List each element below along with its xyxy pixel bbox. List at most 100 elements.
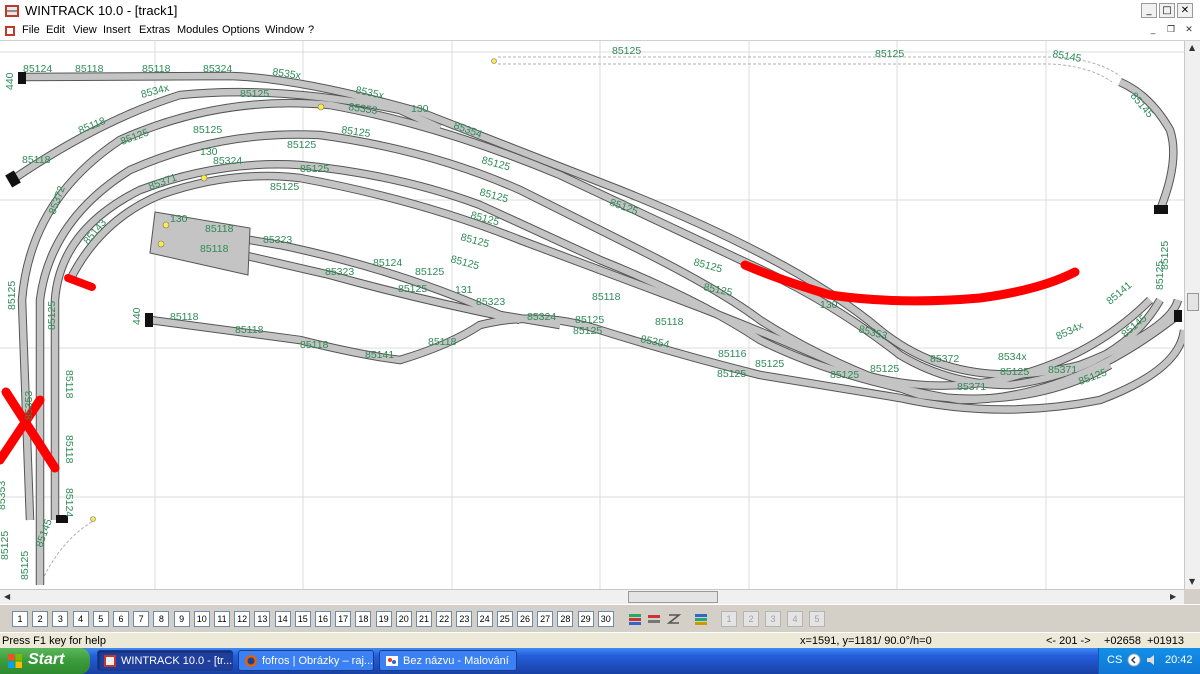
layer-button-13[interactable]: 13 [254,611,271,627]
layer-button-16[interactable]: 16 [315,611,331,627]
layer-button-22[interactable]: 22 [436,611,453,627]
layers-stack-icon[interactable] [627,611,643,627]
menu-file[interactable]: File [22,24,40,36]
layer-button-18[interactable]: 18 [355,611,372,627]
layer-button-19[interactable]: 19 [375,611,392,627]
start-button[interactable]: Start [0,648,90,674]
scroll-left-icon[interactable]: ◀ [4,592,10,601]
track-label: 85118 [75,63,104,75]
horizontal-scrollbar[interactable]: ◀ ▶ [0,589,1184,604]
track-label: 85141 [1104,279,1134,307]
task-firefox[interactable]: fofros | Obrázky – raj... [238,650,374,671]
layer-button-15[interactable]: 15 [294,611,311,627]
menu-edit[interactable]: Edit [46,24,65,36]
menu-extras[interactable]: Extras [139,24,170,36]
track-layout-drawing[interactable]: 85124 85118 85118 85324 8535x 85125 8514… [0,41,1184,589]
scroll-up-icon[interactable]: ▲ [1189,43,1195,52]
module-layer-button-5[interactable]: 5 [809,611,825,627]
track-label: 440 [131,307,143,325]
document-icon[interactable] [4,25,16,37]
layer-button-2[interactable]: 2 [32,611,49,627]
layers-color-icon[interactable] [693,611,709,627]
track-canvas[interactable]: 85124 85118 85118 85324 8535x 85125 8514… [0,41,1184,589]
firefox-icon [245,655,257,667]
track-label: 85323 [476,296,505,308]
vertical-scrollbar[interactable]: ▲ ▼ [1184,41,1200,589]
track-label: 85372 [930,353,959,365]
track-label: 85118 [63,370,75,399]
layer-button-23[interactable]: 23 [456,611,473,627]
layer-button-20[interactable]: 20 [395,611,412,627]
track-label: 85353 [23,391,35,420]
child-close-button[interactable]: ✕ [1182,24,1196,37]
language-indicator[interactable]: CS [1107,654,1122,666]
layer-button-8[interactable]: 8 [153,611,170,627]
layer-button-14[interactable]: 14 [274,611,291,627]
task-label: WINTRACK 10.0 - [tr... [121,655,233,667]
child-restore-button[interactable]: ❐ [1164,24,1178,37]
paint-icon [386,656,398,666]
menu-view[interactable]: View [73,24,97,36]
horizontal-scroll-thumb[interactable] [628,591,718,603]
layer-button-27[interactable]: 27 [537,611,554,627]
menu-help[interactable]: ? [308,24,314,36]
layer-button-11[interactable]: 11 [214,611,230,627]
maximize-button[interactable]: □ [1159,3,1175,18]
layer-button-30[interactable]: 30 [597,611,614,627]
layer-button-5[interactable]: 5 [92,611,109,627]
volume-icon[interactable] [1145,653,1159,667]
track-label: 85118 [200,243,229,255]
module-layer-button-4[interactable]: 4 [787,611,803,627]
layer-button-12[interactable]: 12 [234,611,251,627]
track-label: 85118 [63,435,75,464]
status-pos-y: +01913 [1147,635,1185,647]
track-label: 85125 [459,231,490,250]
layer-button-17[interactable]: 17 [335,611,352,627]
scroll-right-icon[interactable]: ▶ [1170,592,1176,601]
track-label: 85125 [0,531,11,560]
layers-edit-icon[interactable] [646,611,662,627]
minimize-button[interactable]: _ [1141,3,1157,18]
module-layer-button-2[interactable]: 2 [743,611,759,627]
child-minimize-button[interactable]: _ [1146,24,1160,37]
track-label: 85125 [415,266,444,278]
layer-button-29[interactable]: 29 [577,611,594,627]
track-label: 85118 [205,223,234,235]
menu-insert[interactable]: Insert [103,24,131,36]
menu-options[interactable]: Options [222,24,260,36]
layer-button-21[interactable]: 21 [416,611,432,627]
layer-button-7[interactable]: 7 [133,611,150,627]
task-paint[interactable]: Bez názvu - Malování [379,650,517,671]
back-arrow-icon[interactable] [1127,653,1141,667]
layer-toolbar: 1 2 3 4 5 6 7 8 9 10 11 12 13 14 15 16 17 18 19 20 21 22 23 24 2… [0,604,1200,633]
layer-button-28[interactable]: 28 [557,611,574,627]
scroll-down-icon[interactable]: ▼ [1189,577,1195,586]
layer-button-3[interactable]: 3 [52,611,69,627]
vertical-scroll-thumb[interactable] [1187,293,1199,311]
menu-modules[interactable]: Modules [177,24,219,36]
layer-button-10[interactable]: 10 [193,611,210,627]
layer-button-26[interactable]: 26 [517,611,533,627]
clock[interactable]: 20:42 [1165,654,1193,666]
layer-button-9[interactable]: 9 [173,611,190,627]
status-help-text: Press F1 key for help [2,635,106,647]
track-label: 8534x [1054,319,1086,342]
track-label: 85125 [398,283,427,295]
task-wintrack[interactable]: WINTRACK 10.0 - [tr... [97,650,233,671]
module-layer-button-1[interactable]: 1 [721,611,737,627]
menu-window[interactable]: Window [265,24,304,36]
track-label: 85125 [1000,366,1029,378]
layer-button-1[interactable]: 1 [12,611,28,627]
track-label: 85118 [592,291,621,303]
layers-arrange-icon[interactable] [666,611,682,627]
layer-button-6[interactable]: 6 [113,611,129,627]
layer-button-4[interactable]: 4 [72,611,89,627]
track-labels: 85124 85118 85118 85324 8535x 85125 8514… [0,45,1171,580]
close-button[interactable]: ✕ [1177,3,1193,18]
track-label: 85324 [203,63,232,75]
track-label: 85125 [449,253,480,272]
module-layer-button-3[interactable]: 3 [765,611,781,627]
layer-button-25[interactable]: 25 [496,611,513,627]
layer-button-24[interactable]: 24 [476,611,493,627]
track-label: 85124 [63,488,75,517]
